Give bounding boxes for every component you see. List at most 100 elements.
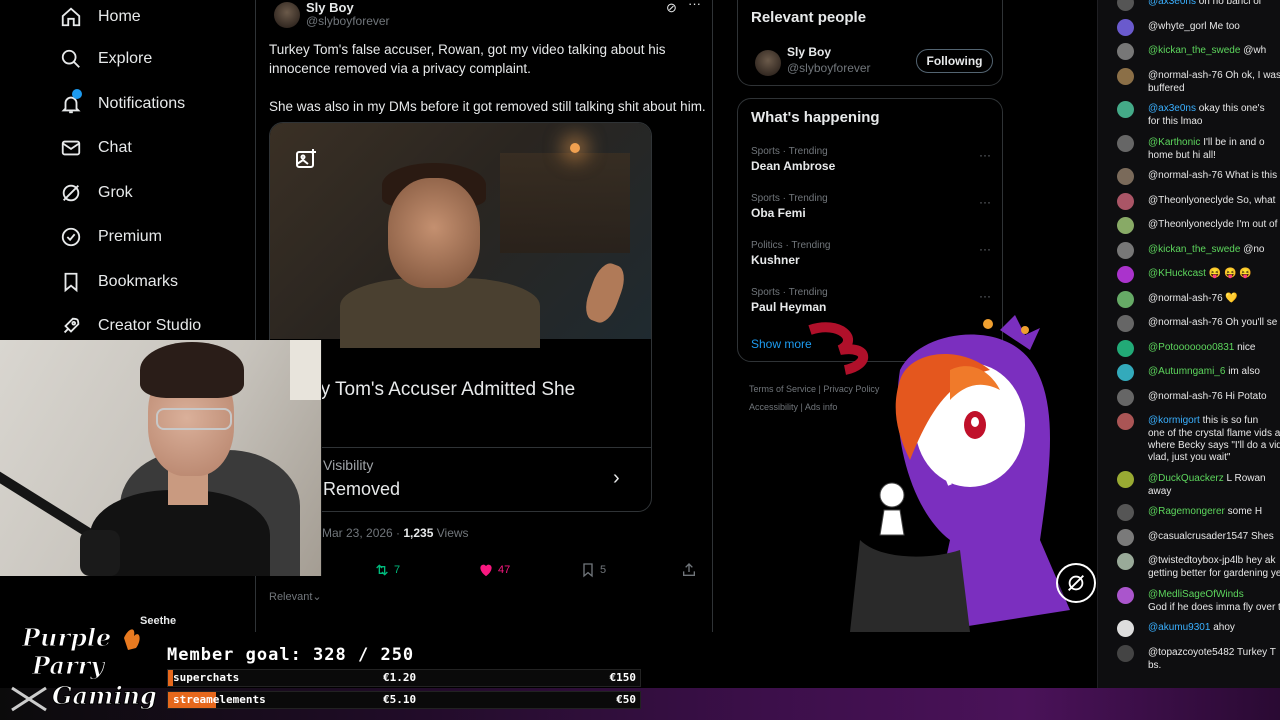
chat-message[interactable]: @Theonlyoneclyde I'm out of	[1098, 217, 1280, 239]
chat-avatar[interactable]	[1117, 620, 1134, 637]
chat-username[interactable]: @Theonlyoneclyde	[1148, 195, 1234, 206]
more-options-icon[interactable]: ···	[979, 148, 991, 162]
chat-username[interactable]: @akumu9301	[1148, 622, 1210, 633]
author-name[interactable]: Sly Boy	[306, 0, 354, 15]
chat-message[interactable]: @akumu9301 ahoy	[1098, 620, 1280, 642]
chat-message[interactable]: @Potooooooo0831 nice	[1098, 339, 1280, 362]
reply-sort-dropdown[interactable]: Relevant⌄	[269, 590, 322, 603]
more-options-icon[interactable]: ···	[688, 0, 701, 11]
chat-message[interactable]: @normal-ash-76 💛	[1098, 290, 1280, 313]
chat-message[interactable]: @casualcrusader1547 Shes	[1098, 528, 1280, 551]
more-options-icon[interactable]: ···	[979, 242, 991, 256]
chat-avatar[interactable]	[1117, 266, 1134, 283]
chat-avatar[interactable]	[1117, 388, 1134, 406]
chat-avatar[interactable]	[1117, 43, 1134, 60]
chat-username[interactable]: @twistedtoybox-jp4lb	[1148, 555, 1243, 566]
chat-avatar[interactable]	[1117, 644, 1134, 662]
trend-item[interactable]: Politics · Trending Kushner ···	[751, 240, 991, 267]
bookmark-button[interactable]: 5	[580, 562, 606, 578]
chat-username[interactable]: @Karthonic	[1148, 137, 1200, 148]
chat-message[interactable]: @kickan_the_swede @no	[1098, 241, 1280, 264]
chat-message[interactable]: @Ragemongerer some H	[1098, 504, 1280, 526]
chat-avatar[interactable]	[1117, 134, 1134, 152]
following-button[interactable]: Following	[916, 49, 993, 73]
chat-message[interactable]: @whyte_gorl Me too	[1098, 18, 1280, 41]
chat-message[interactable]: @twistedtoybox-jp4lb hey ak getting bette…	[1098, 553, 1280, 579]
chat-avatar[interactable]	[1117, 528, 1134, 546]
chat-avatar[interactable]	[1117, 339, 1134, 357]
chat-username[interactable]: @Ragemongerer	[1148, 506, 1225, 517]
chat-message[interactable]: @Autumngami_6 im also	[1098, 364, 1280, 386]
more-options-icon[interactable]: ···	[979, 289, 991, 303]
grok-explain-icon[interactable]: ⊘	[666, 0, 677, 16]
chat-avatar[interactable]	[1117, 586, 1134, 604]
chat-avatar[interactable]	[1117, 364, 1134, 381]
chat-username[interactable]: @normal-ash-76	[1148, 317, 1223, 328]
chat-username[interactable]: @normal-ash-76	[1148, 391, 1223, 402]
chat-username[interactable]: @whyte_gorl	[1148, 21, 1207, 32]
chat-message[interactable]: @MedliSageOfWinds God if he does imma fl…	[1098, 586, 1280, 613]
share-button[interactable]	[681, 562, 697, 578]
nav-bookmarks[interactable]: Bookmarks	[60, 265, 178, 299]
chat-username[interactable]: @kormigort	[1148, 415, 1200, 426]
chat-message[interactable]: @ax3e0ns okay this one's for this lmao	[1098, 101, 1280, 127]
chat-avatar[interactable]	[1117, 290, 1134, 308]
chat-username[interactable]: @casualcrusader1547	[1148, 531, 1248, 542]
chat-message[interactable]: @normal-ash-76 Oh ok, I was buffered	[1098, 67, 1280, 94]
relevant-person-avatar[interactable]	[755, 50, 781, 76]
chat-username[interactable]: @normal-ash-76	[1148, 70, 1223, 81]
retweet-button[interactable]: 7	[374, 562, 400, 578]
chat-username[interactable]: @ax3e0ns	[1148, 0, 1196, 7]
chat-username[interactable]: @DuckQuackerz	[1148, 473, 1224, 484]
nav-notifications[interactable]: Notifications	[60, 87, 185, 121]
chat-username[interactable]: @kickan_the_swede	[1148, 244, 1240, 255]
chat-message[interactable]: @kormigort this is so fun one of the crys…	[1098, 413, 1280, 463]
trend-item[interactable]: Sports · Trending Oba Femi ···	[751, 193, 991, 220]
author-avatar[interactable]	[274, 2, 300, 28]
chat-username[interactable]: @Potooooooo0831	[1148, 342, 1234, 353]
add-image-icon[interactable]	[294, 147, 318, 171]
chat-message[interactable]: @normal-ash-76 Oh you'll se	[1098, 315, 1280, 337]
chat-avatar[interactable]	[1117, 504, 1134, 521]
chat-avatar[interactable]	[1117, 18, 1134, 36]
chat-message[interactable]: @DuckQuackerz L Rowan away	[1098, 470, 1280, 497]
nav-explore[interactable]: Explore	[60, 42, 152, 76]
like-button[interactable]: 47	[478, 562, 510, 578]
more-options-icon[interactable]: ···	[979, 195, 991, 209]
grok-overlay-icon[interactable]	[1056, 563, 1096, 603]
chat-username[interactable]: @Autumngami_6	[1148, 366, 1225, 377]
chat-username[interactable]: @normal-ash-76	[1148, 293, 1223, 304]
chat-avatar[interactable]	[1117, 470, 1134, 488]
chat-avatar[interactable]	[1117, 241, 1134, 259]
nav-creator-studio[interactable]: Creator Studio	[60, 309, 201, 343]
trend-item[interactable]: Sports · Trending Dean Ambrose ···	[751, 146, 991, 173]
chevron-right-icon[interactable]: ›	[613, 467, 620, 490]
chat-avatar[interactable]	[1117, 553, 1134, 570]
chat-username[interactable]: @MedliSageOfWinds	[1148, 589, 1244, 600]
nav-chat[interactable]: Chat	[60, 131, 132, 165]
chat-avatar[interactable]	[1117, 217, 1134, 234]
chat-username[interactable]: @ax3e0ns	[1148, 103, 1196, 114]
nav-grok[interactable]: Grok	[60, 176, 133, 210]
chat-avatar[interactable]	[1117, 0, 1134, 11]
chat-message[interactable]: @normal-ash-76 What is this	[1098, 168, 1280, 190]
chat-message[interactable]: @normal-ash-76 Hi Potato	[1098, 388, 1280, 411]
nav-home[interactable]: Home	[60, 0, 141, 34]
chat-message[interactable]: @Theonlyoneclyde So, what	[1098, 192, 1280, 215]
chat-username[interactable]: @Theonlyoneclyde	[1148, 219, 1234, 230]
chat-username[interactable]: @KHuckcast	[1148, 268, 1206, 279]
chat-username[interactable]: @kickan_the_swede	[1148, 45, 1240, 56]
link-card[interactable]: ey Tom's Accuser Admitted She Visibility…	[269, 122, 652, 512]
chat-avatar[interactable]	[1117, 192, 1134, 210]
author-handle[interactable]: @slyboyforever	[306, 14, 390, 28]
chat-username[interactable]: @normal-ash-76	[1148, 170, 1223, 181]
chat-username[interactable]: @topazcoyote5482	[1148, 647, 1234, 658]
chat-avatar[interactable]	[1117, 101, 1134, 118]
nav-premium[interactable]: Premium	[60, 220, 162, 254]
chat-message[interactable]: @ax3e0ns oh no bahci ol	[1098, 0, 1280, 16]
chat-message[interactable]: @Karthonic I'll be in and o home but hi a…	[1098, 134, 1280, 161]
chat-avatar[interactable]	[1117, 315, 1134, 332]
chat-message[interactable]: @topazcoyote5482 Turkey Tbs.	[1098, 644, 1280, 671]
chat-avatar[interactable]	[1117, 67, 1134, 85]
chat-message[interactable]: @kickan_the_swede @wh	[1098, 43, 1280, 65]
